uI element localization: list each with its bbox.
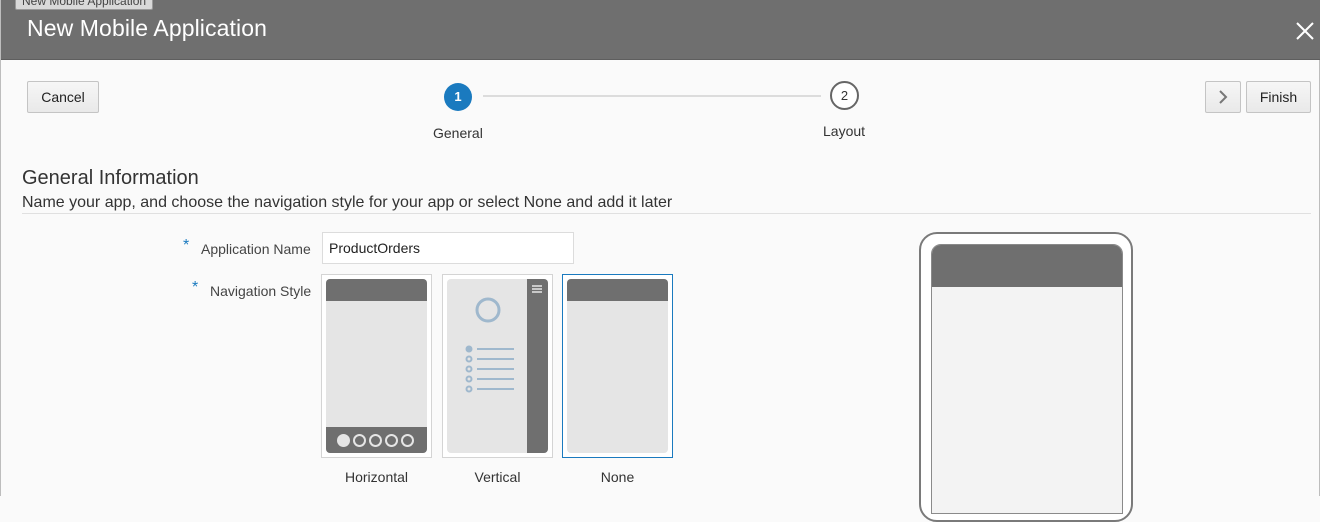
horizontal-preview <box>326 279 427 453</box>
section-description: Name your app, and choose the navigation… <box>22 194 673 211</box>
close-icon <box>1296 22 1314 40</box>
required-indicator: * <box>183 237 190 254</box>
drawer-menu-icon <box>465 279 548 453</box>
application-name-label: Application Name <box>201 241 311 257</box>
section-title: General Information <box>22 167 199 189</box>
new-mobile-application-dialog: New Mobile Application New Mobile Applic… <box>0 0 1320 522</box>
preview-header-bar <box>326 279 427 301</box>
chevron-right-icon <box>1219 90 1228 104</box>
navigation-style-label: Navigation Style <box>210 283 312 299</box>
nav-style-horizontal-label: Horizontal <box>344 469 409 485</box>
dialog-title: New Mobile Application <box>27 15 267 41</box>
window-tab[interactable]: New Mobile Application <box>15 0 154 10</box>
nav-style-vertical-label: Vertical <box>474 469 521 485</box>
tab-dot-icon <box>337 434 350 447</box>
nav-style-vertical-card[interactable] <box>442 274 553 458</box>
nav-style-horizontal-card[interactable] <box>321 274 432 458</box>
train-step-general-label: General <box>433 125 483 141</box>
tab-dot-icon <box>385 434 398 447</box>
train-connector <box>483 95 821 97</box>
none-preview <box>567 279 668 453</box>
tab-dot-icon <box>353 434 366 447</box>
phone-header-bar <box>932 245 1122 287</box>
application-name-input[interactable] <box>322 232 574 264</box>
train-step-layout-label: Layout <box>823 123 866 139</box>
tab-dot-icon <box>401 434 414 447</box>
preview-tab-bar <box>326 427 427 453</box>
train-step-layout[interactable]: 2 <box>830 81 859 110</box>
cancel-button[interactable]: Cancel <box>27 81 99 113</box>
next-button[interactable] <box>1205 81 1241 113</box>
nav-style-none-card[interactable] <box>562 274 673 458</box>
finish-button[interactable]: Finish <box>1246 81 1311 113</box>
dialog-titlebar: New Mobile Application New Mobile Applic… <box>1 0 1320 60</box>
tab-dot-icon <box>369 434 382 447</box>
required-indicator: * <box>192 279 199 296</box>
vertical-preview <box>447 279 548 453</box>
phone-screen <box>931 244 1123 514</box>
close-button[interactable] <box>1294 20 1316 42</box>
phone-preview <box>919 232 1133 522</box>
train-step-general[interactable]: 1 <box>444 83 472 111</box>
section-divider <box>22 213 1311 214</box>
nav-style-none-label: None <box>600 469 635 485</box>
preview-header-bar <box>567 279 668 301</box>
